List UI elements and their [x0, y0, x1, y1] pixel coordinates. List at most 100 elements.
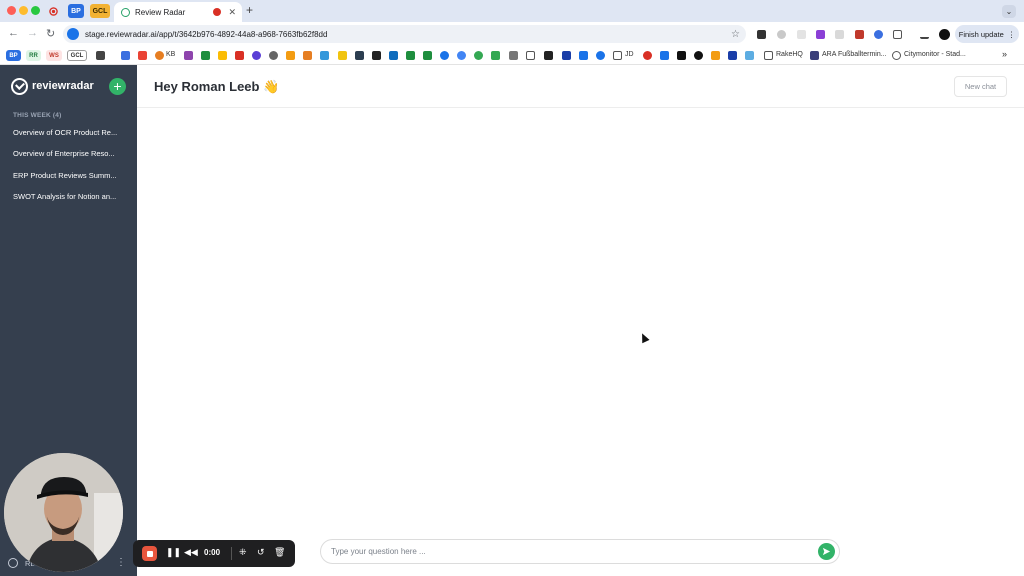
bookmark-icon[interactable] [694, 51, 703, 60]
bookmark-icon[interactable] [269, 51, 278, 60]
forward-icon[interactable]: → [27, 27, 38, 39]
back-icon[interactable]: ← [8, 27, 19, 39]
extension-icon[interactable] [777, 30, 786, 39]
bookmark-icon[interactable] [509, 51, 518, 60]
bookmark-icon[interactable] [474, 51, 483, 60]
sidebar-chat-item[interactable]: ERP Product Reviews Summ... [13, 171, 126, 180]
pinned-tab-record-icon[interactable] [47, 4, 59, 18]
drive-icon[interactable] [218, 51, 227, 60]
bookmark-icon[interactable] [252, 51, 261, 60]
bookmark-icon[interactable] [355, 51, 364, 60]
more-bookmarks-icon[interactable]: » [1002, 49, 1007, 59]
bookmark-icon[interactable] [201, 51, 210, 60]
bookmark-label: GCL [70, 52, 84, 59]
folder-icon[interactable] [764, 51, 773, 60]
close-tab-icon[interactable]: ✕ [228, 7, 236, 18]
extension-icon[interactable] [855, 30, 864, 39]
bookmark-icon[interactable] [579, 51, 588, 60]
extension-icon[interactable] [874, 30, 883, 39]
bookmark-icon[interactable] [892, 51, 901, 60]
bookmark-icon[interactable] [155, 51, 164, 60]
address-bar[interactable]: stage.reviewradar.ai/app/t/3642b976-4892… [63, 25, 746, 43]
new-chat-plus-button[interactable]: + [109, 78, 126, 95]
presenter-video-image [4, 453, 123, 572]
reload-icon[interactable]: ↻ [46, 27, 55, 40]
profile-avatar-icon[interactable] [939, 29, 950, 40]
bookmark-icon[interactable] [338, 51, 347, 60]
bookmark-icon[interactable] [643, 51, 652, 60]
recording-controls: ❚❚ ◀◀ 0:00 ⁜ ↺ 🗑 [133, 540, 295, 567]
bookmark-icon[interactable] [596, 51, 605, 60]
x-icon[interactable] [677, 51, 686, 60]
pinned-tab-gcl[interactable]: GCL [90, 4, 110, 18]
pinned-tab-bp[interactable]: BP [68, 4, 84, 18]
extension-icon[interactable] [816, 30, 825, 39]
bookmark-icon[interactable] [184, 51, 193, 60]
bookmark-icon[interactable] [745, 51, 754, 60]
bookmark-icon[interactable] [562, 51, 571, 60]
sidebar-chat-item[interactable]: Overview of OCR Product Re... [13, 128, 126, 137]
bookmark-jd[interactable]: JD [625, 51, 634, 58]
bookmark-rr[interactable]: RR [26, 50, 41, 61]
extension-icon[interactable] [797, 30, 806, 39]
pause-icon[interactable]: ❚❚ [166, 547, 181, 558]
bookmark-rakehq[interactable]: RakeHQ [776, 51, 803, 58]
question-input[interactable] [331, 547, 818, 556]
tab-review-radar[interactable]: Review Radar ✕ [114, 2, 242, 22]
bookmark-icon[interactable] [235, 51, 244, 60]
send-button[interactable] [818, 543, 835, 560]
bookmark-kb[interactable]: KB [166, 51, 175, 58]
bookmark-icon[interactable] [423, 51, 432, 60]
bookmark-star-icon[interactable]: ☆ [731, 29, 740, 40]
trash-icon[interactable]: 🗑 [274, 547, 285, 558]
gmail-icon[interactable] [138, 51, 147, 60]
finish-update-button[interactable]: Finish update ⋮ [955, 25, 1019, 43]
download-icon[interactable] [920, 30, 929, 39]
bookmark-icon[interactable] [440, 51, 449, 60]
bookmark-ara[interactable]: ARA Fußballtermin... [822, 51, 887, 58]
site-info-icon[interactable] [67, 28, 79, 40]
rewind-icon[interactable]: ◀◀ [184, 547, 198, 558]
close-window-button[interactable] [7, 6, 16, 15]
mouse-cursor-icon [638, 331, 650, 344]
bookmark-icon[interactable] [660, 51, 669, 60]
minimize-window-button[interactable] [19, 6, 28, 15]
more-menu-icon: ⋮ [1007, 29, 1016, 39]
stop-recording-button[interactable] [142, 546, 157, 561]
new-tab-button[interactable]: + [246, 3, 253, 17]
bookmark-icon[interactable] [286, 51, 295, 60]
bookmark-icon[interactable] [303, 51, 312, 60]
outlook-icon[interactable] [389, 51, 398, 60]
bookmark-icon[interactable] [728, 51, 737, 60]
bookmark-icon[interactable] [711, 51, 720, 60]
bookmark-icon[interactable] [320, 51, 329, 60]
new-chat-button[interactable]: New chat [954, 76, 1007, 97]
extensions-puzzle-icon[interactable] [893, 30, 902, 39]
bookmark-icon[interactable] [491, 51, 500, 60]
bookmark-icon[interactable] [121, 51, 130, 60]
bookmark-icon[interactable] [457, 51, 466, 60]
bookmark-bp[interactable]: BP [6, 50, 21, 61]
extension-icon[interactable] [835, 30, 844, 39]
brand-name: reviewradar [32, 80, 94, 92]
grid-icon[interactable]: ⁜ [239, 547, 247, 558]
bookmark-icon[interactable] [810, 51, 819, 60]
apps-grid-icon[interactable] [96, 51, 105, 60]
bookmark-icon[interactable] [544, 51, 553, 60]
folder-icon[interactable] [613, 51, 622, 60]
restart-icon[interactable]: ↺ [257, 547, 265, 558]
user-options-icon[interactable]: ⋮ [116, 557, 126, 568]
extension-pen-icon[interactable] [757, 30, 766, 39]
bookmark-citymonitor[interactable]: Citymonitor - Stad... [904, 51, 966, 58]
bookmark-icon[interactable] [372, 51, 381, 60]
bookmark-icon[interactable] [406, 51, 415, 60]
tab-strip: BP GCL Review Radar ✕ + ⌄ [0, 0, 1024, 22]
sidebar-chat-item[interactable]: Overview of Enterprise Reso... [13, 149, 126, 158]
maximize-window-button[interactable] [31, 6, 40, 15]
folder-icon[interactable] [526, 51, 535, 60]
tab-search-button[interactable]: ⌄ [1002, 5, 1016, 18]
browser-toolbar: ← → ↻ stage.reviewradar.ai/app/t/3642b97… [0, 22, 1024, 46]
bookmark-gcl[interactable]: GCL [67, 50, 87, 61]
bookmark-ws[interactable]: WS [46, 50, 62, 61]
sidebar-chat-item[interactable]: SWOT Analysis for Notion an... [13, 192, 126, 201]
